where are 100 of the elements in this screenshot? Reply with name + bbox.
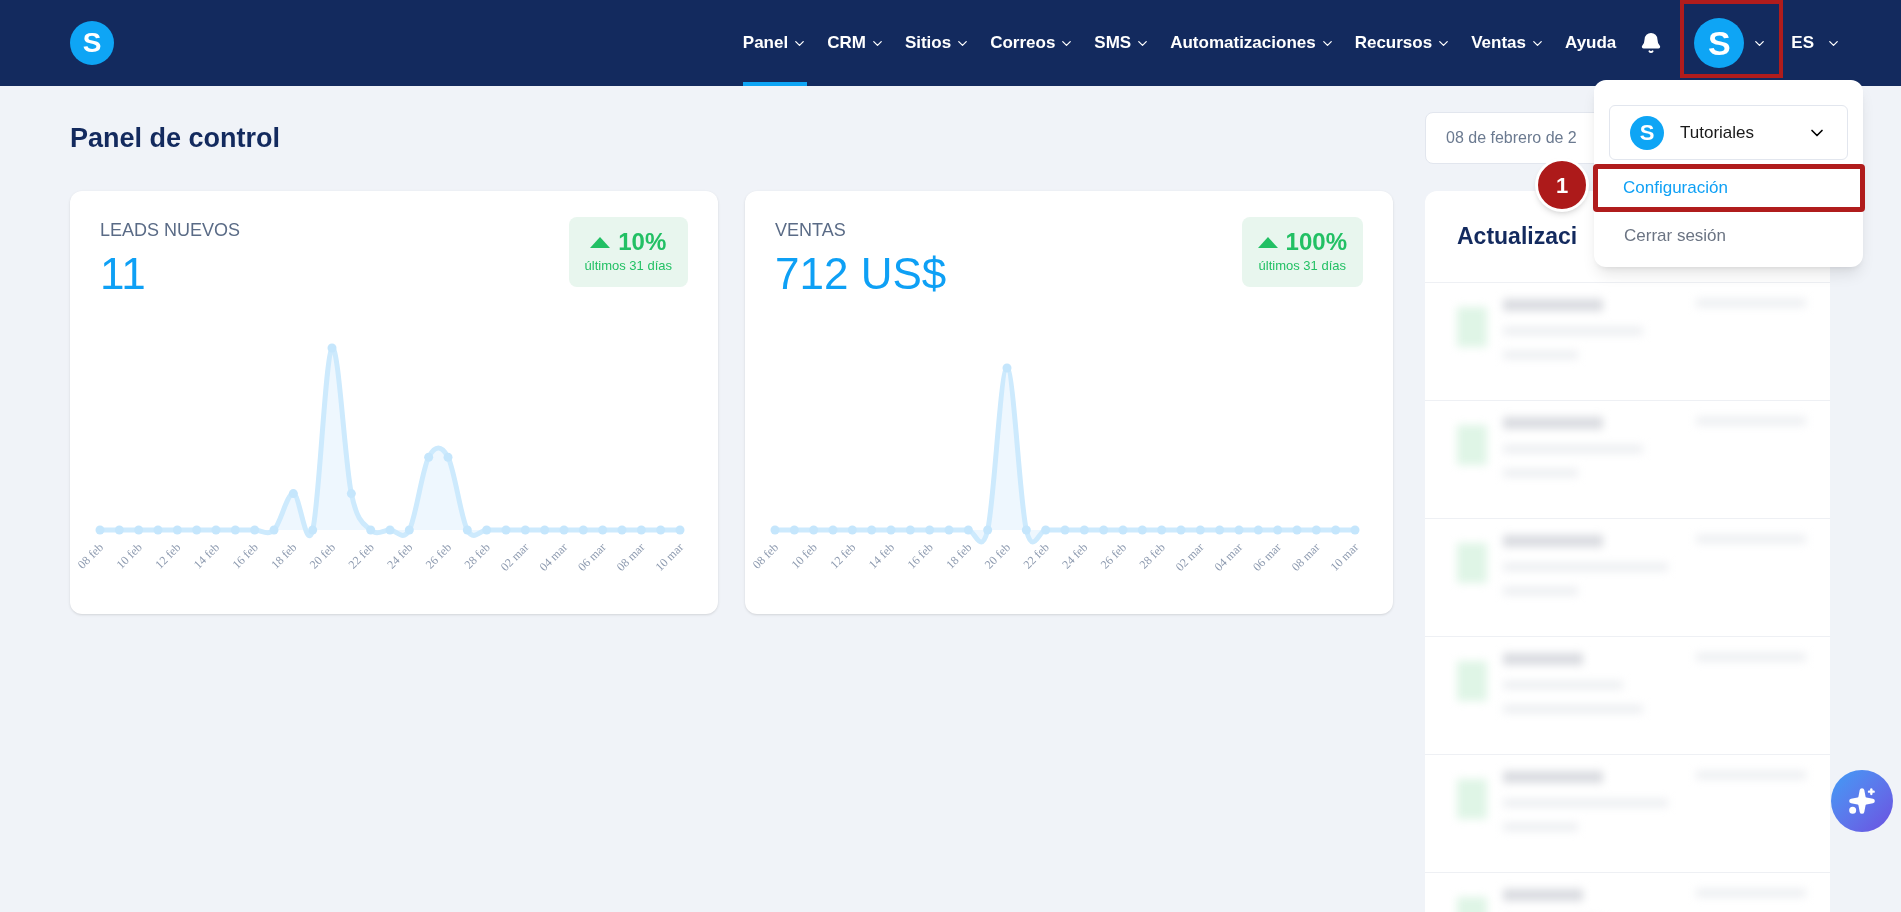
card-title: LEADS NUEVOS — [100, 219, 241, 242]
card-title: VENTAS — [775, 219, 847, 242]
data-point — [1292, 525, 1302, 535]
data-point — [617, 525, 627, 535]
data-point — [1195, 525, 1205, 535]
nav-menu-item[interactable]: Automatizaciones — [1170, 0, 1335, 86]
data-point — [809, 525, 819, 535]
axis-label: 08 feb — [749, 540, 782, 572]
axis-label: 10 feb — [113, 540, 145, 572]
axis-label: 22 feb — [1020, 540, 1052, 572]
nav-menu-item[interactable]: SMS — [1094, 0, 1151, 86]
language-selector[interactable]: ES — [1791, 30, 1841, 56]
axis-label: 08 mar — [613, 540, 648, 574]
data-point — [269, 525, 279, 535]
axis-label: 08 feb — [74, 540, 107, 572]
nav-menu-item[interactable]: Sitios — [904, 0, 971, 86]
axis-label: 28 feb — [1136, 540, 1168, 572]
axis-label: 08 mar — [1288, 540, 1323, 574]
data-point — [366, 525, 376, 535]
data-point — [153, 525, 163, 535]
data-point — [1253, 525, 1263, 535]
data-point — [443, 452, 453, 462]
data-point — [250, 525, 260, 535]
data-point — [963, 525, 973, 535]
data-point — [327, 343, 337, 353]
data-point — [1350, 525, 1360, 535]
card-value: 712 US$ — [775, 248, 947, 300]
data-point — [1157, 525, 1167, 535]
axis-label: 20 feb — [306, 540, 339, 572]
data-point — [1021, 525, 1031, 535]
axis-label: 10 mar — [652, 540, 687, 574]
data-point — [482, 525, 492, 535]
data-point — [95, 525, 105, 535]
data-point — [925, 525, 935, 535]
change-period: últimos 31 días — [584, 257, 672, 276]
data-point — [404, 525, 414, 535]
data-point — [578, 525, 588, 535]
nav-menu-item[interactable]: Ayuda — [1565, 0, 1617, 86]
axis-label: 02 mar — [1172, 540, 1207, 574]
data-point — [1234, 525, 1244, 535]
change-percent: 10% — [618, 228, 667, 257]
axis-label: 24 feb — [384, 540, 416, 572]
data-point — [944, 525, 954, 535]
data-point — [501, 525, 511, 535]
data-point — [1118, 525, 1128, 535]
data-point — [1079, 525, 1089, 535]
up-triangle-icon — [590, 236, 611, 248]
axis-label: 14 feb — [865, 540, 898, 572]
data-point — [770, 525, 780, 535]
data-point — [847, 525, 857, 535]
notification-bell-icon[interactable] — [1640, 32, 1663, 54]
axis-label: 18 feb — [268, 540, 300, 572]
account-selector[interactable]: S Tutoriales — [1609, 105, 1848, 160]
nav-menu-item[interactable]: Ventas — [1471, 0, 1545, 86]
axis-label: 26 feb — [422, 540, 455, 572]
data-point — [828, 525, 838, 535]
data-point — [211, 525, 221, 535]
axis-label: 12 feb — [827, 540, 859, 572]
axis-label: 16 feb — [229, 540, 261, 572]
data-point — [636, 525, 646, 535]
data-point — [867, 525, 877, 535]
up-triangle-icon — [1257, 236, 1278, 248]
nav-menu-item[interactable]: Correos — [990, 0, 1075, 86]
data-point — [1176, 525, 1186, 535]
data-point — [1137, 525, 1147, 535]
menu-item[interactable]: Cerrar sesión — [1594, 212, 1863, 260]
data-point — [1041, 525, 1051, 535]
card-value: 11 — [100, 248, 147, 300]
axis-label: 24 feb — [1059, 540, 1091, 572]
data-point — [308, 525, 318, 535]
axis-label: 28 feb — [461, 540, 493, 572]
nav-menu-item[interactable]: Recursos — [1354, 0, 1452, 86]
data-point — [134, 525, 144, 535]
data-point — [346, 489, 356, 499]
logo: S — [70, 21, 114, 65]
data-point — [172, 525, 182, 535]
axis-label: 10 feb — [788, 540, 820, 572]
data-point — [1002, 363, 1012, 373]
data-point — [385, 525, 395, 535]
nav-menu-item[interactable]: CRM — [827, 0, 885, 86]
axis-label: 12 feb — [152, 540, 184, 572]
data-point — [424, 452, 434, 462]
data-point — [520, 525, 530, 535]
axis-label: 02 mar — [497, 540, 532, 574]
data-point — [656, 525, 666, 535]
data-point — [886, 525, 896, 535]
account-logo: S — [1630, 115, 1664, 150]
axis-label: 26 feb — [1097, 540, 1130, 572]
axis-label: 16 feb — [904, 540, 936, 572]
change-period: últimos 31 días — [1258, 257, 1346, 276]
axis-label: 14 feb — [190, 540, 223, 572]
data-point — [462, 525, 472, 535]
axis-label: 06 mar — [1250, 540, 1284, 574]
axis-label: 04 mar — [1211, 540, 1246, 574]
data-point — [1273, 525, 1283, 535]
nav-menu-item[interactable]: Panel — [742, 0, 808, 86]
axis-label: 10 mar — [1327, 540, 1362, 574]
data-point — [230, 525, 240, 535]
page-title: Panel de control — [70, 121, 281, 155]
data-point — [559, 525, 569, 535]
